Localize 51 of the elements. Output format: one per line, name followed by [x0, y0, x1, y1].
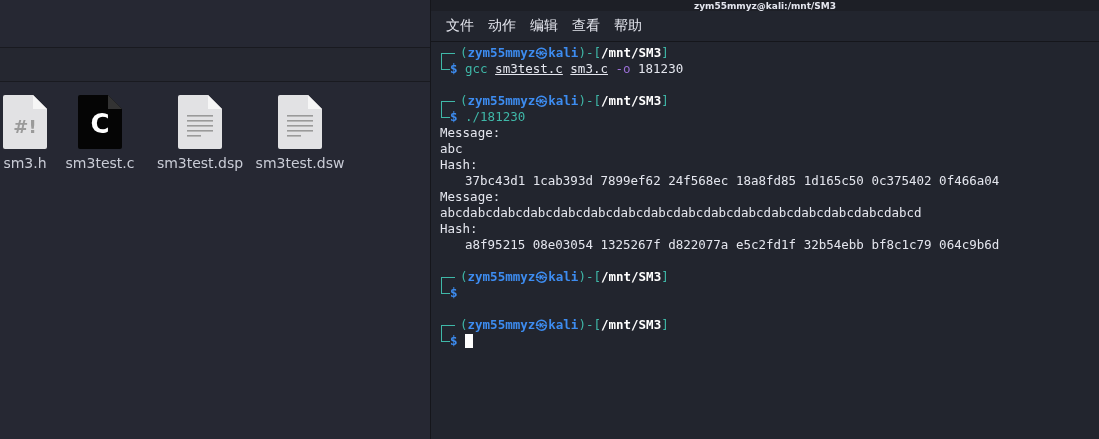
user-host: zym55mmyz㉿kali: [467, 317, 579, 333]
current-path: /mnt/SM3: [600, 317, 662, 333]
command-token: -o: [615, 61, 631, 77]
prompt-bracket: (: [460, 317, 468, 333]
output-line: abcdabcdabcdabcdabcdabcdabcdabcdabcdabcdabcdabcdabcdabcdabcdabcd: [440, 205, 922, 221]
output-line: 37bc43d1 1cab393d 7899ef62 24f568ec 18a8fd85 1d165c50 0c375402 0f466a04: [464, 173, 1000, 189]
output-line: Hash:: [440, 157, 478, 173]
current-path: /mnt/SM3: [600, 269, 662, 285]
prompt-bracket: (: [460, 45, 468, 61]
command-token: ./181230: [465, 109, 526, 125]
prompt-bracket: )-[: [578, 45, 601, 61]
output-line: Message:: [440, 125, 501, 141]
user-host: zym55mmyz㉿kali: [467, 269, 579, 285]
prompt-bracket: ]: [661, 93, 669, 109]
prompt-bracket: )-[: [578, 269, 601, 285]
command-token: gcc: [465, 61, 488, 77]
prompt-bracket: ]: [661, 317, 669, 333]
file-name[interactable]: sm3.h: [3, 155, 47, 171]
text-file-icon[interactable]: [278, 95, 322, 149]
prompt-bracket: (: [460, 93, 468, 109]
prompt-sign: $: [450, 109, 458, 125]
current-path: /mnt/SM3: [600, 93, 662, 109]
output-line: Message:: [440, 189, 501, 205]
user-host: zym55mmyz㉿kali: [467, 45, 579, 61]
menu-item[interactable]: 帮助: [614, 17, 642, 35]
menu-item[interactable]: 查看: [572, 17, 600, 35]
prompt-bracket: ]: [661, 269, 669, 285]
prompt-bracket: ]: [661, 45, 669, 61]
user-host: zym55mmyz㉿kali: [467, 93, 579, 109]
menu-item[interactable]: 文件: [446, 17, 474, 35]
file-name[interactable]: sm3test.dsw: [255, 155, 345, 171]
menu-item[interactable]: 编辑: [530, 17, 558, 35]
command-token: 181230: [638, 61, 684, 77]
output-line: a8f95215 08e03054 1325267f d822077a e5c2fd1f 32b54ebb bf8c1c79 064c9b6d: [464, 237, 1000, 253]
file-name[interactable]: sm3test.dsp: [156, 155, 244, 171]
prompt-bracket: (: [460, 269, 468, 285]
prompt-sign: $: [450, 61, 458, 77]
current-path: /mnt/SM3: [600, 45, 662, 61]
command-token: sm3.c: [570, 61, 608, 77]
prompt-sign: $: [450, 333, 458, 349]
prompt-sign: $: [450, 285, 458, 301]
output-line: abc: [440, 141, 463, 157]
file-name[interactable]: sm3test.c: [65, 155, 135, 171]
text-file-icon[interactable]: [178, 95, 222, 149]
menu-item[interactable]: 动作: [488, 17, 516, 35]
command-token: sm3test.c: [495, 61, 563, 77]
c-file-icon[interactable]: C: [78, 95, 122, 149]
prompt-bracket: )-[: [578, 317, 601, 333]
output-line: Hash:: [440, 221, 478, 237]
window-title: zym55mmyz@kali:/mnt/SM3: [693, 0, 837, 11]
prompt-bracket: )-[: [578, 93, 601, 109]
